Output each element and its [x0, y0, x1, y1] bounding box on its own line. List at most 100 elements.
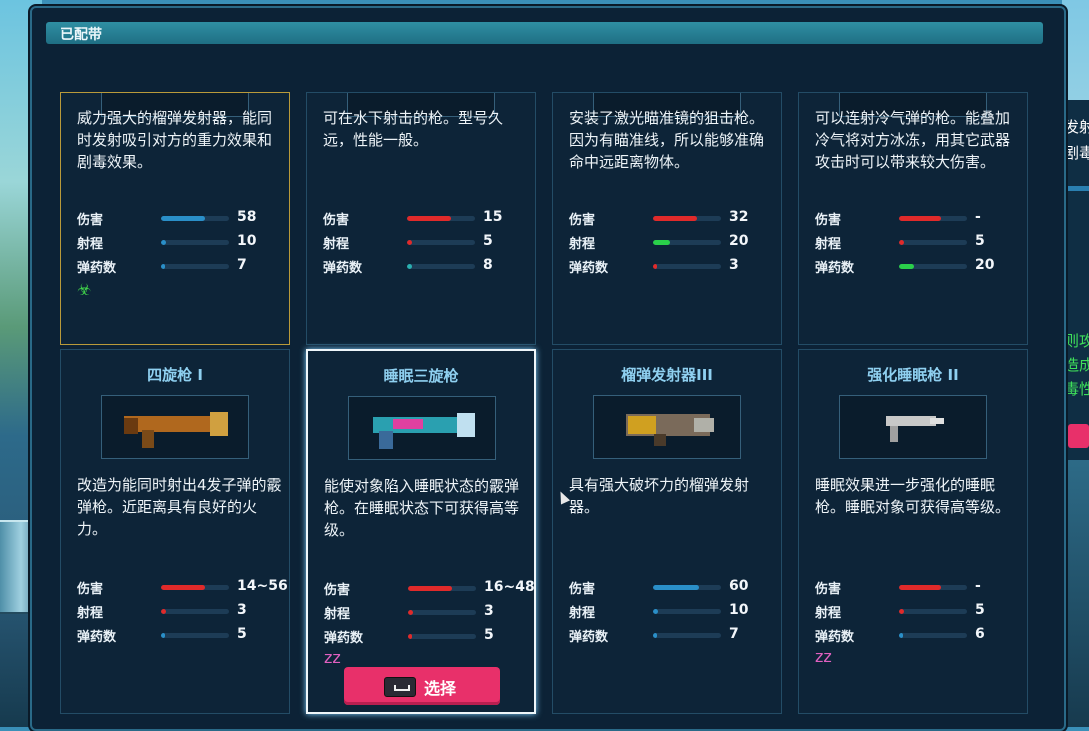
stat-bar	[899, 585, 967, 590]
stat-bar	[161, 216, 229, 221]
stat-bar	[407, 240, 475, 245]
stat-value: 5	[237, 626, 247, 642]
stat-value: -	[975, 209, 981, 225]
stat-label: 伤害	[815, 213, 842, 228]
stat-value: 3	[484, 603, 494, 619]
weapon-name: 榴弹发射器III	[621, 366, 713, 384]
stat-label: 伤害	[324, 583, 351, 598]
weapon-image	[348, 396, 496, 460]
stat-row: 伤害 15	[323, 209, 528, 228]
select-button-label: 选择	[424, 679, 457, 698]
stat-row: 伤害 14~56	[77, 578, 288, 597]
stat-bar	[161, 609, 229, 614]
stat-bar-fill	[407, 240, 412, 245]
weapon-card[interactable]: 安装了激光瞄准镜的狙击枪。因为有瞄准线，所以能够准确命中远距离物体。 伤害 32 射程…	[552, 92, 782, 345]
select-button[interactable]: 选择	[344, 667, 500, 705]
stat-value: 15	[483, 209, 503, 225]
weapon-card[interactable]: 可以连射冷气弹的枪。能叠加冷气将对方冰冻，用其它武器攻击时可以带来较大伤害。 伤害…	[798, 92, 1028, 345]
sleep-icon: zz	[815, 647, 832, 666]
stat-label: 射程	[324, 607, 351, 622]
weapon-sprite	[886, 416, 944, 442]
stat-bar-fill	[161, 216, 205, 221]
stat-bar-fill	[408, 610, 413, 615]
weapon-card[interactable]: 可在水下射击的枪。型号久远，性能一般。 伤害 15 射程 5 弹药数 8	[306, 92, 536, 345]
weapon-description: 能使对象陷入睡眠状态的霰弹枪。在睡眠状态下可获得高等级。	[324, 477, 520, 539]
stat-label: 射程	[815, 237, 842, 252]
stat-value: 3	[729, 257, 739, 273]
stat-row: 弹药数 7	[77, 257, 282, 276]
stat-bar	[408, 586, 476, 591]
weapon-sprite	[626, 414, 714, 446]
stat-row: 弹药数 7	[569, 626, 774, 645]
title-bar: 已配带	[46, 22, 1043, 44]
weapon-sprite	[124, 412, 228, 448]
weapon-card[interactable]: 睡眠三旋枪能使对象陷入睡眠状态的霰弹枪。在睡眠状态下可获得高等级。伤害 16~48…	[306, 349, 536, 714]
stat-bar	[161, 240, 229, 245]
stat-bar	[899, 633, 967, 638]
weapon-card[interactable]: 威力强大的榴弹发射器，能同时发射吸引对方的重力效果和剧毒效果。伤害 58 射程 10 弹…	[60, 92, 290, 345]
stat-bar	[161, 264, 229, 269]
stat-bar-fill	[653, 633, 657, 638]
stat-row: 伤害 58	[77, 209, 282, 228]
stat-bar	[653, 240, 721, 245]
stat-label: 弹药数	[569, 261, 609, 276]
stat-value: 7	[237, 257, 247, 273]
weapon-name: 强化睡眠枪 II	[867, 366, 959, 384]
stat-row: 射程 20	[569, 233, 774, 252]
weapon-card[interactable]: 强化睡眠枪 II 睡眠效果进一步强化的睡眠枪。睡眠对象可获得高等级。 伤害 - 射程 5 弹…	[798, 349, 1028, 714]
stat-value: 5	[975, 233, 985, 249]
stat-row: 射程 3	[77, 602, 282, 621]
background-text: 毒性	[1064, 380, 1089, 398]
stat-bar	[653, 609, 721, 614]
stat-label: 射程	[815, 606, 842, 621]
stat-row: 伤害 16~48	[324, 579, 534, 598]
stat-bar-fill	[407, 216, 451, 221]
stat-label: 射程	[77, 237, 104, 252]
stat-label: 弹药数	[77, 630, 117, 645]
stat-value: 5	[975, 602, 985, 618]
stat-row: 射程 10	[77, 233, 282, 252]
stat-label: 射程	[569, 606, 596, 621]
stat-bar-fill	[161, 633, 165, 638]
stat-value: 10	[237, 233, 257, 249]
stat-bar-fill	[653, 609, 658, 614]
stat-bar-fill	[899, 240, 904, 245]
key-icon	[384, 677, 416, 697]
stat-bar	[653, 216, 721, 221]
stat-bar	[899, 240, 967, 245]
background-text: 发射	[1064, 118, 1089, 136]
stat-bar	[161, 585, 229, 590]
weapon-description: 改造为能同时射出4发子弹的霰弹枪。近距离具有良好的火力。	[77, 476, 282, 538]
stat-bar-fill	[408, 634, 412, 639]
stat-bar-fill	[161, 240, 166, 245]
stat-label: 伤害	[815, 582, 842, 597]
stat-value: 16~48	[484, 579, 535, 595]
stat-bar-fill	[899, 633, 903, 638]
stat-bar	[899, 216, 967, 221]
stat-row: 伤害 -	[815, 209, 1020, 228]
stat-row: 弹药数 5	[77, 626, 282, 645]
weapon-name: 睡眠三旋枪	[383, 367, 459, 385]
stat-bar	[161, 633, 229, 638]
stat-value: 3	[237, 602, 247, 618]
stat-value: 5	[483, 233, 493, 249]
stat-bar	[407, 216, 475, 221]
weapon-description: 威力强大的榴弹发射器，能同时发射吸引对方的重力效果和剧毒效果。	[77, 109, 273, 171]
stat-bar-fill	[408, 586, 452, 591]
stat-bar	[653, 264, 721, 269]
sleep-icon: zz	[324, 648, 341, 667]
stat-bar-fill	[899, 264, 914, 269]
stat-label: 射程	[323, 237, 350, 252]
stat-bar-fill	[161, 264, 165, 269]
stat-bar	[653, 585, 721, 590]
weapon-card[interactable]: 四旋枪 I 改造为能同时射出4发子弹的霰弹枪。近距离具有良好的火力。 伤害 14~56…	[60, 349, 290, 714]
stat-row: 射程 5	[815, 602, 1020, 621]
stat-row: 弹药数 20	[815, 257, 1020, 276]
stat-value: 7	[729, 626, 739, 642]
stat-row: 伤害 -	[815, 578, 1020, 597]
stat-bar-fill	[653, 216, 697, 221]
weapon-image	[593, 395, 741, 459]
weapon-card[interactable]: 榴弹发射器III 具有强大破坏力的榴弹发射器。 伤害 60 射程 10 弹药数 7	[552, 349, 782, 714]
stat-bar-fill	[161, 609, 166, 614]
stat-row: 弹药数 5	[324, 627, 529, 646]
